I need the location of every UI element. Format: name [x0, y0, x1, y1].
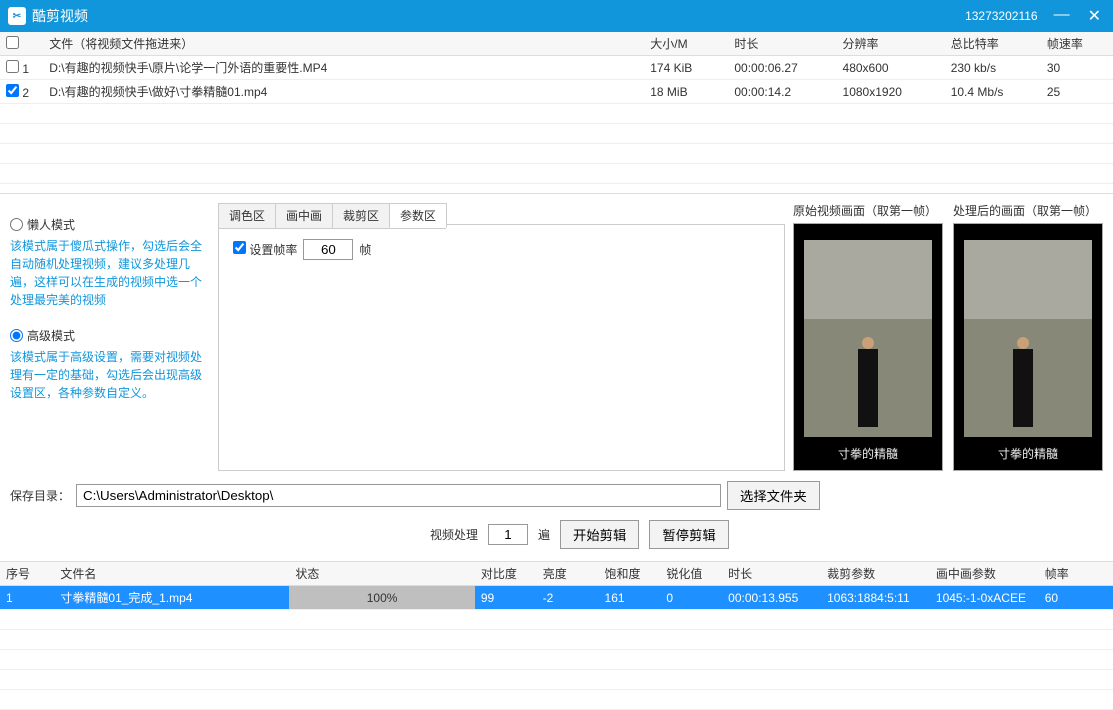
result-table: 序号 文件名 状态 对比度 亮度 饱和度 锐化值 时长 裁剪参数 画中画参数 帧… — [0, 561, 1113, 710]
col-bitrate-header[interactable]: 总比特率 — [945, 32, 1041, 56]
cell-fps: 30 — [1041, 56, 1113, 80]
save-dir-input[interactable] — [76, 484, 721, 507]
tab-1[interactable]: 画中画 — [275, 203, 333, 228]
rcell-saturation: 161 — [599, 586, 661, 610]
result-row[interactable]: 1 寸拳精髓01_完成_1.mp4 100% 99 -2 161 0 00:00… — [0, 586, 1113, 610]
rcell-status: 100% — [289, 586, 475, 610]
process-times-input[interactable] — [488, 524, 528, 545]
rcol-fps[interactable]: 帧率 — [1039, 562, 1113, 586]
browse-folder-button[interactable]: 选择文件夹 — [727, 481, 820, 510]
cell-duration: 00:00:14.2 — [728, 80, 836, 104]
col-fps-header[interactable]: 帧速率 — [1041, 32, 1113, 56]
advanced-mode-desc: 该模式属于高级设置，需要对视频处理有一定的基础，勾选后会出现高级设置区，各种参数… — [10, 348, 210, 402]
process-unit: 遍 — [538, 526, 550, 543]
advanced-mode-radio[interactable]: 高级模式 — [10, 327, 210, 344]
rcell-contrast: 99 — [475, 586, 537, 610]
cell-resolution: 1080x1920 — [837, 80, 945, 104]
col-resolution-header[interactable]: 分辨率 — [837, 32, 945, 56]
preview-original-image: 寸拳的精髓 — [793, 223, 943, 471]
start-clip-button[interactable]: 开始剪辑 — [560, 520, 639, 549]
cell-file: D:\有趣的视频快手\做好\寸拳精髓01.mp4 — [43, 80, 644, 104]
rcell-fps: 60 — [1039, 586, 1113, 610]
file-table: 文件（将视频文件拖进来） 大小/M 时长 分辨率 总比特率 帧速率 1 D:\有… — [0, 32, 1113, 194]
rcell-name: 寸拳精髓01_完成_1.mp4 — [54, 586, 289, 610]
select-all-checkbox[interactable] — [6, 36, 19, 49]
preview-original-title: 原始视频画面（取第一帧） — [793, 202, 943, 219]
cell-file: D:\有趣的视频快手\原片\论学一门外语的重要性.MP4 — [43, 56, 644, 80]
minimize-button[interactable]: — — [1050, 6, 1074, 26]
preview-original-caption: 寸拳的精髓 — [794, 437, 942, 470]
rcol-status[interactable]: 状态 — [289, 562, 475, 586]
preview-processed-image: 寸拳的精髓 — [953, 223, 1103, 471]
cell-resolution: 480x600 — [837, 56, 945, 80]
account-number: 13273202116 — [965, 9, 1038, 23]
cell-duration: 00:00:06.27 — [728, 56, 836, 80]
set-fps-label: 设置帧率 — [249, 243, 297, 257]
rcell-sharpen: 0 — [660, 586, 722, 610]
rcol-sharpen[interactable]: 锐化值 — [660, 562, 722, 586]
rcol-crop[interactable]: 裁剪参数 — [821, 562, 930, 586]
pause-clip-button[interactable]: 暂停剪辑 — [649, 520, 728, 549]
preview-processed-caption: 寸拳的精髓 — [954, 437, 1102, 470]
set-fps-checkbox[interactable]: 设置帧率 — [233, 241, 297, 258]
cell-size: 174 KiB — [644, 56, 728, 80]
cell-size: 18 MiB — [644, 80, 728, 104]
app-title: 酷剪视频 — [32, 6, 88, 26]
rcell-brightness: -2 — [537, 586, 599, 610]
rcol-pip[interactable]: 画中画参数 — [930, 562, 1039, 586]
lazy-mode-desc: 该模式属于傻瓜式操作，勾选后会全自动随机处理视频，建议多处理几遍，这样可以在生成… — [10, 237, 210, 309]
lazy-mode-radio[interactable]: 懒人模式 — [10, 216, 210, 233]
rcell-duration: 00:00:13.955 — [722, 586, 821, 610]
process-label: 视频处理 — [430, 526, 478, 543]
rcol-brightness[interactable]: 亮度 — [537, 562, 599, 586]
preview-processed-title: 处理后的画面（取第一帧） — [953, 202, 1103, 219]
tab-3[interactable]: 参数区 — [389, 203, 447, 228]
rcell-crop: 1063:1884:5:11 — [821, 586, 930, 610]
cell-bitrate: 230 kb/s — [945, 56, 1041, 80]
advanced-mode-label: 高级模式 — [27, 327, 75, 344]
close-button[interactable]: ✕ — [1084, 6, 1105, 26]
fps-unit: 帧 — [359, 241, 371, 258]
app-logo-icon: ✂ — [8, 7, 26, 25]
col-duration-header[interactable]: 时长 — [728, 32, 836, 56]
row-checkbox[interactable] — [6, 60, 19, 73]
col-file-header[interactable]: 文件（将视频文件拖进来） — [43, 32, 644, 56]
row-checkbox[interactable] — [6, 84, 19, 97]
table-row[interactable]: 1 D:\有趣的视频快手\原片\论学一门外语的重要性.MP4 174 KiB 0… — [0, 56, 1113, 80]
titlebar: ✂ 酷剪视频 13273202116 — ✕ — [0, 0, 1113, 32]
rcell-idx: 1 — [0, 586, 54, 610]
save-dir-label: 保存目录： — [10, 487, 70, 504]
fps-input[interactable] — [303, 239, 353, 260]
cell-bitrate: 10.4 Mb/s — [945, 80, 1041, 104]
tab-2[interactable]: 裁剪区 — [332, 203, 390, 228]
tab-0[interactable]: 调色区 — [218, 203, 276, 228]
rcol-duration[interactable]: 时长 — [722, 562, 821, 586]
rcol-contrast[interactable]: 对比度 — [475, 562, 537, 586]
col-size-header[interactable]: 大小/M — [644, 32, 728, 56]
rcol-idx[interactable]: 序号 — [0, 562, 54, 586]
lazy-mode-label: 懒人模式 — [27, 216, 75, 233]
table-row[interactable]: 2 D:\有趣的视频快手\做好\寸拳精髓01.mp4 18 MiB 00:00:… — [0, 80, 1113, 104]
rcol-name[interactable]: 文件名 — [54, 562, 289, 586]
cell-fps: 25 — [1041, 80, 1113, 104]
rcell-pip: 1045:-1-0xACEE — [930, 586, 1039, 610]
rcol-saturation[interactable]: 饱和度 — [599, 562, 661, 586]
